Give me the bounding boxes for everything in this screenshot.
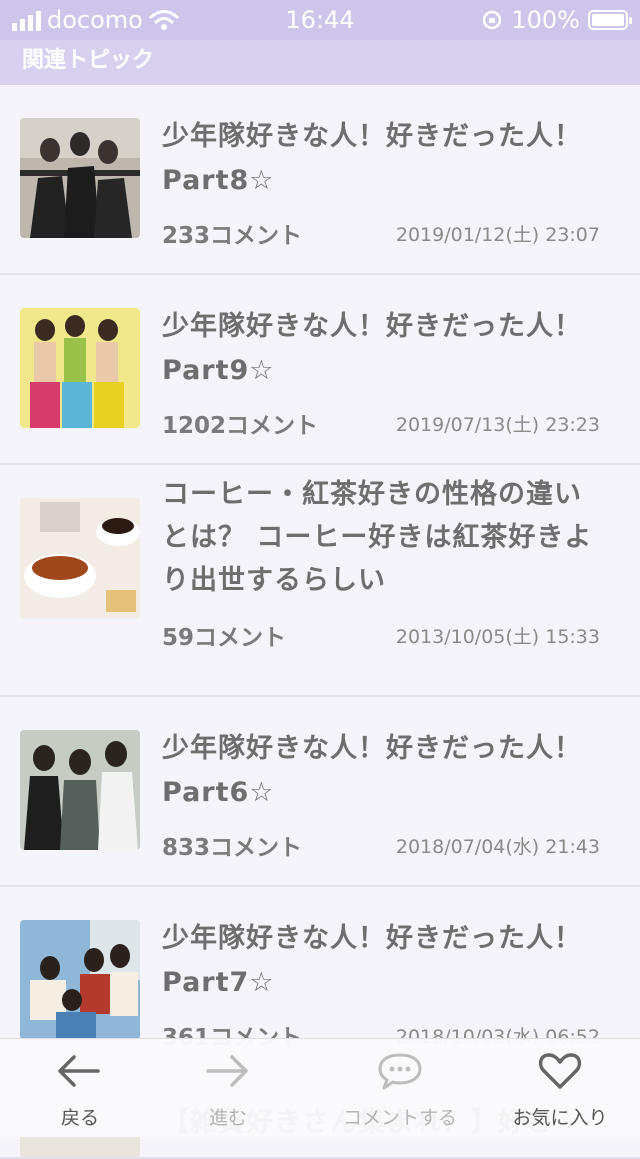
comment-label: コメントする <box>342 1107 457 1129</box>
rotation-lock-icon <box>483 10 502 30</box>
topic-title: 少年隊好きな人！好きだった人！Part8☆ <box>162 121 582 196</box>
topic-date: 2018/07/04(水) 21:43 <box>395 836 600 858</box>
topic-title: コーヒー・紅茶好きの性格の違いとは？ コーヒー好きは紅茶好きより出世するらしい <box>162 479 593 596</box>
topic-thumbnail <box>20 730 140 850</box>
topic-item[interactable]: 少年隊好きな人！好きだった人！Part6☆ 833コメント 2018/07/04… <box>0 697 640 887</box>
back-button[interactable]: 戻る <box>0 1039 160 1137</box>
topic-date: 2019/07/13(土) 23:23 <box>395 414 600 436</box>
bottom-toolbar: 戻る 進む コメントする お気に入り <box>0 1038 640 1137</box>
topic-thumbnail <box>20 308 140 428</box>
topic-item[interactable]: コーヒー・紅茶好きの性格の違いとは？ コーヒー好きは紅茶好きより出世するらしい … <box>0 465 640 697</box>
topic-comment-count: 1202コメント <box>162 413 319 439</box>
topic-title: 少年隊好きな人！好きだった人！Part9☆ <box>162 311 582 386</box>
speech-bubble-icon <box>378 1053 422 1090</box>
topic-item[interactable]: 少年隊好きな人！好きだった人！Part8☆ 233コメント 2019/01/12… <box>0 85 640 275</box>
heart-icon <box>538 1053 582 1089</box>
topic-date: 2013/10/05(土) 15:33 <box>395 626 600 648</box>
status-bar: docomo 16:44 100% <box>0 0 640 40</box>
favorite-button[interactable]: お気に入り <box>480 1039 640 1137</box>
forward-button[interactable]: 進む <box>148 1039 308 1137</box>
topic-comment-count: 59コメント <box>162 625 287 651</box>
topic-comment-count: 833コメント <box>162 835 303 861</box>
related-topics-list: 少年隊好きな人！好きだった人！Part8☆ 233コメント 2019/01/12… <box>0 85 640 1159</box>
topic-thumbnail <box>20 118 140 238</box>
topic-date: 2019/01/12(土) 23:07 <box>395 224 600 246</box>
comment-button[interactable]: コメントする <box>320 1039 480 1137</box>
arrow-right-icon <box>206 1055 248 1087</box>
topic-title: 少年隊好きな人！好きだった人！Part6☆ <box>162 733 582 808</box>
back-label: 戻る <box>60 1107 99 1129</box>
topic-title: 少年隊好きな人！好きだった人！Part7☆ <box>162 923 582 998</box>
battery-icon <box>588 10 632 30</box>
topic-comment-count: 233コメント <box>162 223 303 249</box>
arrow-left-icon <box>58 1055 100 1087</box>
battery-percent: 100% <box>511 6 580 34</box>
favorite-label: お気に入り <box>512 1107 608 1129</box>
section-header: 関連トピック <box>0 40 640 85</box>
forward-label: 進む <box>208 1107 247 1129</box>
section-title: 関連トピック <box>22 48 155 73</box>
topic-item[interactable]: 少年隊好きな人！好きだった人！Part9☆ 1202コメント 2019/07/1… <box>0 275 640 465</box>
topic-thumbnail <box>20 498 140 618</box>
topic-thumbnail <box>20 920 140 1040</box>
